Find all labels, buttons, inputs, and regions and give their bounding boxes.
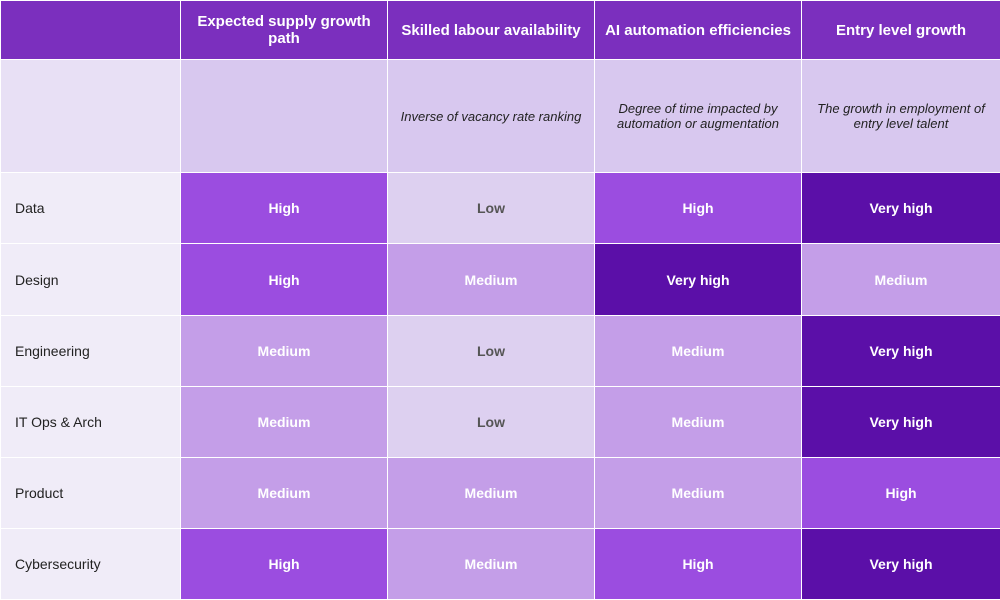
row-label-cell: IT Ops & Arch xyxy=(1,386,181,457)
labour-cell: Medium xyxy=(388,528,595,599)
description-row: Inverse of vacancy rate ranking Degree o… xyxy=(1,60,1000,173)
entry-cell: Very high xyxy=(802,528,1000,599)
entry-cell: Very high xyxy=(802,315,1000,386)
labour-cell: Low xyxy=(388,173,595,244)
table-row: DesignHighMediumVery highMedium xyxy=(1,244,1000,315)
entry-cell: Medium xyxy=(802,244,1000,315)
main-container: Expected supply growth path Skilled labo… xyxy=(0,0,1000,600)
row-label-cell: Design xyxy=(1,244,181,315)
table-row: IT Ops & ArchMediumLowMediumVery high xyxy=(1,386,1000,457)
entry-cell: High xyxy=(802,457,1000,528)
supply-cell: High xyxy=(181,173,388,244)
row-label-cell: Product xyxy=(1,457,181,528)
row-label-cell: Engineering xyxy=(1,315,181,386)
header-entry: Entry level growth xyxy=(802,1,1000,60)
desc-ai: Degree of time impacted by automation or… xyxy=(595,60,802,173)
ai-cell: Very high xyxy=(595,244,802,315)
supply-cell: High xyxy=(181,244,388,315)
table-row: DataHighLowHighVery high xyxy=(1,173,1000,244)
table-row: EngineeringMediumLowMediumVery high xyxy=(1,315,1000,386)
supply-cell: Medium xyxy=(181,386,388,457)
header-label xyxy=(1,1,181,60)
supply-cell: High xyxy=(181,528,388,599)
labour-cell: Low xyxy=(388,315,595,386)
data-table: Expected supply growth path Skilled labo… xyxy=(0,0,1000,600)
entry-cell: Very high xyxy=(802,173,1000,244)
header-row: Expected supply growth path Skilled labo… xyxy=(1,1,1000,60)
row-label-cell: Data xyxy=(1,173,181,244)
labour-cell: Low xyxy=(388,386,595,457)
table-row: CybersecurityHighMediumHighVery high xyxy=(1,528,1000,599)
supply-cell: Medium xyxy=(181,315,388,386)
ai-cell: Medium xyxy=(595,386,802,457)
header-supply: Expected supply growth path xyxy=(181,1,388,60)
desc-labour: Inverse of vacancy rate ranking xyxy=(388,60,595,173)
ai-cell: High xyxy=(595,528,802,599)
labour-cell: Medium xyxy=(388,457,595,528)
labour-cell: Medium xyxy=(388,244,595,315)
row-label-cell: Cybersecurity xyxy=(1,528,181,599)
supply-cell: Medium xyxy=(181,457,388,528)
desc-label xyxy=(1,60,181,173)
entry-cell: Very high xyxy=(802,386,1000,457)
ai-cell: High xyxy=(595,173,802,244)
table-row: ProductMediumMediumMediumHigh xyxy=(1,457,1000,528)
header-labour: Skilled labour availability xyxy=(388,1,595,60)
desc-supply xyxy=(181,60,388,173)
desc-entry: The growth in employment of entry level … xyxy=(802,60,1000,173)
ai-cell: Medium xyxy=(595,315,802,386)
ai-cell: Medium xyxy=(595,457,802,528)
header-ai: AI automation efficiencies xyxy=(595,1,802,60)
